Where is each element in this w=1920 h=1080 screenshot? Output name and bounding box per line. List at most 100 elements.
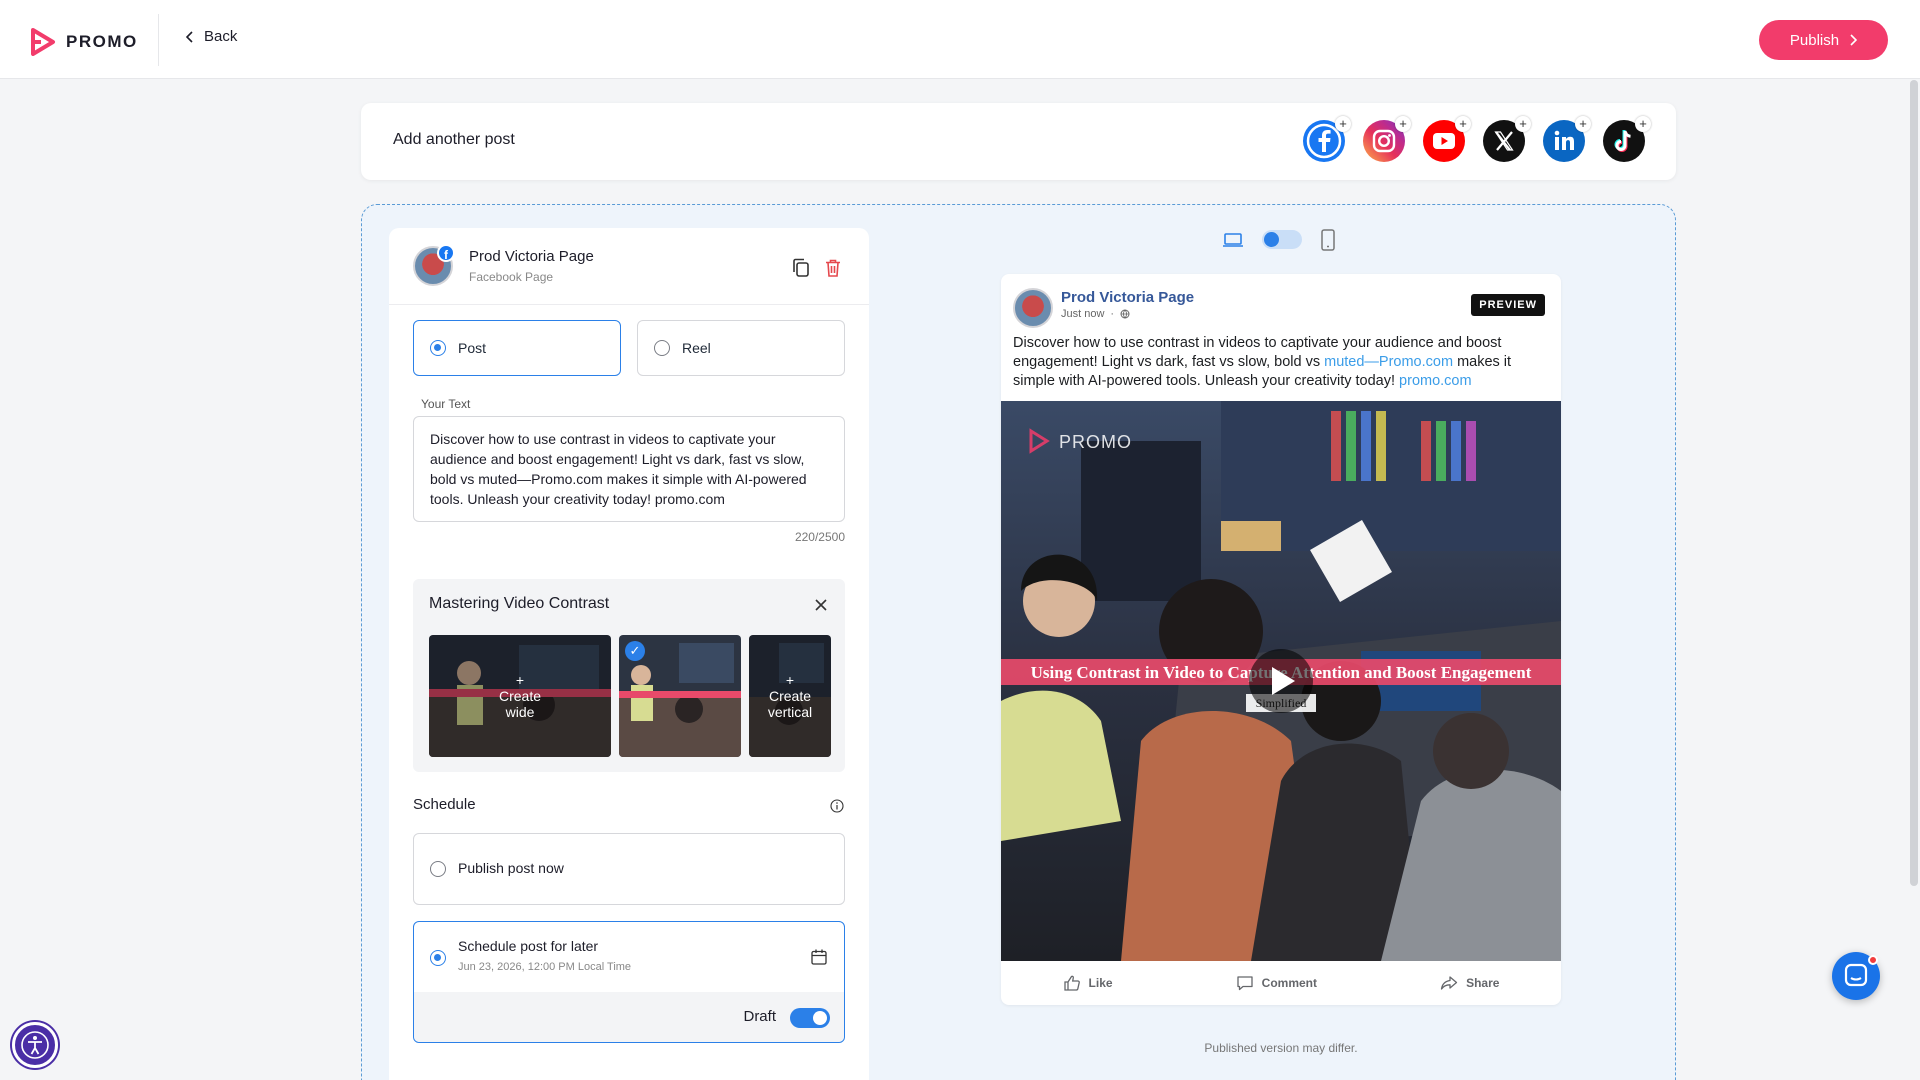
promo-logo-icon [31, 28, 55, 56]
watermark-text: PROMO [1059, 432, 1132, 452]
close-icon[interactable] [813, 597, 829, 613]
scrollbar[interactable] [1910, 80, 1918, 886]
chevron-right-icon [1850, 34, 1858, 46]
share-icon [1440, 976, 1458, 990]
divider [389, 304, 869, 305]
back-label: Back [204, 28, 238, 45]
media-card: Mastering Video Contrast + Create wide ✓… [413, 579, 845, 772]
preview-time-label: Just now [1061, 308, 1105, 320]
radio-icon [430, 861, 446, 877]
plus-icon: + [785, 672, 795, 688]
comment-button[interactable]: Comment [1236, 974, 1317, 992]
post-type-post[interactable]: Post [413, 320, 621, 376]
plus-icon: + [1515, 116, 1531, 132]
add-tiktok-button[interactable]: + [1603, 116, 1651, 162]
trash-icon[interactable] [821, 256, 845, 280]
preview-disclaimer: Published version may differ. [1204, 1041, 1358, 1055]
post-type-reel-label: Reel [682, 340, 711, 356]
preview-page-name: Prod Victoria Page [1061, 289, 1195, 306]
draft-toggle[interactable] [790, 1008, 830, 1028]
like-button[interactable]: Like [1063, 974, 1113, 992]
draft-row: Draft [414, 992, 844, 1042]
check-icon: ✓ [625, 641, 645, 661]
view-toggle[interactable] [1262, 230, 1302, 249]
share-label: Share [1466, 976, 1500, 990]
schedule-later-option[interactable]: Schedule post for later Jun 23, 2026, 12… [413, 921, 845, 1043]
logo-text: PROMO [66, 32, 138, 51]
publish-label: Publish [1789, 31, 1840, 49]
top-bar: PROMO Back Publish [0, 0, 1920, 79]
info-icon[interactable] [830, 799, 844, 813]
preview-timestamp: Just now · [1061, 308, 1130, 320]
your-text-label: Your Text [421, 397, 471, 411]
add-linkedin-button[interactable]: + [1543, 116, 1591, 162]
account-type: Facebook Page [469, 270, 554, 284]
post-editor-panel: f Prod Victoria Page Facebook Page Post … [389, 228, 869, 1080]
comment-icon [1237, 976, 1253, 991]
publish-button[interactable]: Publish [1759, 20, 1888, 60]
accessibility-button[interactable] [12, 1022, 58, 1068]
globe-icon [1120, 309, 1130, 319]
accessibility-icon [21, 1031, 49, 1059]
duplicate-icon[interactable] [789, 256, 813, 280]
video-frame-image: Using Contrast in Video to Capture Atten… [1001, 401, 1561, 961]
promo-logo[interactable]: PROMO [30, 28, 138, 56]
preview-link-2[interactable]: promo.com [1399, 373, 1472, 389]
play-icon[interactable] [1249, 649, 1313, 713]
calendar-icon[interactable] [810, 948, 828, 966]
preview-actions: Like Comment Share [1001, 961, 1561, 1005]
back-button[interactable]: Back [186, 28, 237, 45]
create-vertical-thumbnail[interactable]: + Create vertical [749, 635, 831, 757]
account-name: Prod Victoria Page [469, 248, 594, 265]
schedule-date: Jun 23, 2026, 12:00 PM Local Time [458, 961, 632, 973]
schedule-later-label: Schedule post for later [458, 938, 599, 954]
facebook-badge-icon: f [437, 244, 455, 262]
schedule-label: Schedule [413, 796, 476, 813]
post-text-input[interactable]: Discover how to use contrast in videos t… [413, 416, 845, 522]
post-type-post-label: Post [458, 340, 487, 356]
selected-square-thumbnail[interactable]: ✓ [619, 635, 741, 757]
radio-icon [654, 340, 670, 356]
add-x-button[interactable]: + [1483, 116, 1531, 162]
plus-icon: + [1575, 116, 1591, 132]
plus-icon: + [1335, 116, 1351, 132]
comment-label: Comment [1261, 976, 1317, 990]
media-title: Mastering Video Contrast [429, 595, 610, 612]
publish-now-option[interactable]: Publish post now [413, 833, 845, 905]
plus-icon: + [1635, 116, 1651, 132]
character-count: 220/2500 [794, 530, 845, 544]
add-instagram-button[interactable]: + [1363, 116, 1411, 162]
like-label: Like [1088, 976, 1113, 990]
radio-selected-icon [430, 340, 446, 356]
preview-post-text: Discover how to use contrast in videos t… [1013, 334, 1543, 391]
create-wide-thumbnail[interactable]: + Create wide [429, 635, 611, 757]
add-post-card: Add another post + + + + + + [361, 103, 1676, 180]
plus-icon: + [1455, 116, 1471, 132]
preview-badge: PREVIEW [1471, 294, 1545, 316]
share-button[interactable]: Share [1440, 974, 1499, 992]
chevron-left-icon [186, 30, 193, 43]
create-wide-label: Create wide [498, 688, 542, 720]
publish-now-label: Publish post now [458, 860, 564, 876]
draft-label: Draft [743, 1008, 776, 1025]
chat-button[interactable] [1832, 952, 1880, 1000]
plus-icon: + [515, 672, 525, 688]
radio-selected-icon [430, 950, 446, 966]
header-divider [158, 14, 159, 66]
facebook-post-preview: Prod Victoria Page Just now · PREVIEW Di… [1001, 274, 1561, 1005]
dot-separator: · [1110, 308, 1115, 320]
preview-link-1[interactable]: muted—Promo.com [1324, 354, 1453, 370]
post-type-reel[interactable]: Reel [637, 320, 845, 376]
create-vertical-label: Create vertical [767, 688, 813, 720]
create-wide-overlay: + Create wide [429, 635, 611, 757]
add-youtube-button[interactable]: + [1423, 116, 1471, 162]
plus-icon: + [1395, 116, 1411, 132]
preview-video[interactable]: Using Contrast in Video to Capture Atten… [1001, 401, 1561, 961]
desktop-view-icon[interactable] [1222, 228, 1244, 252]
mobile-view-icon[interactable] [1318, 228, 1338, 252]
add-post-label: Add another post [393, 131, 515, 148]
add-facebook-button[interactable]: + [1303, 116, 1351, 162]
thumbs-up-icon [1063, 975, 1080, 991]
create-vertical-overlay: + Create vertical [749, 635, 831, 757]
avatar [1013, 288, 1053, 328]
